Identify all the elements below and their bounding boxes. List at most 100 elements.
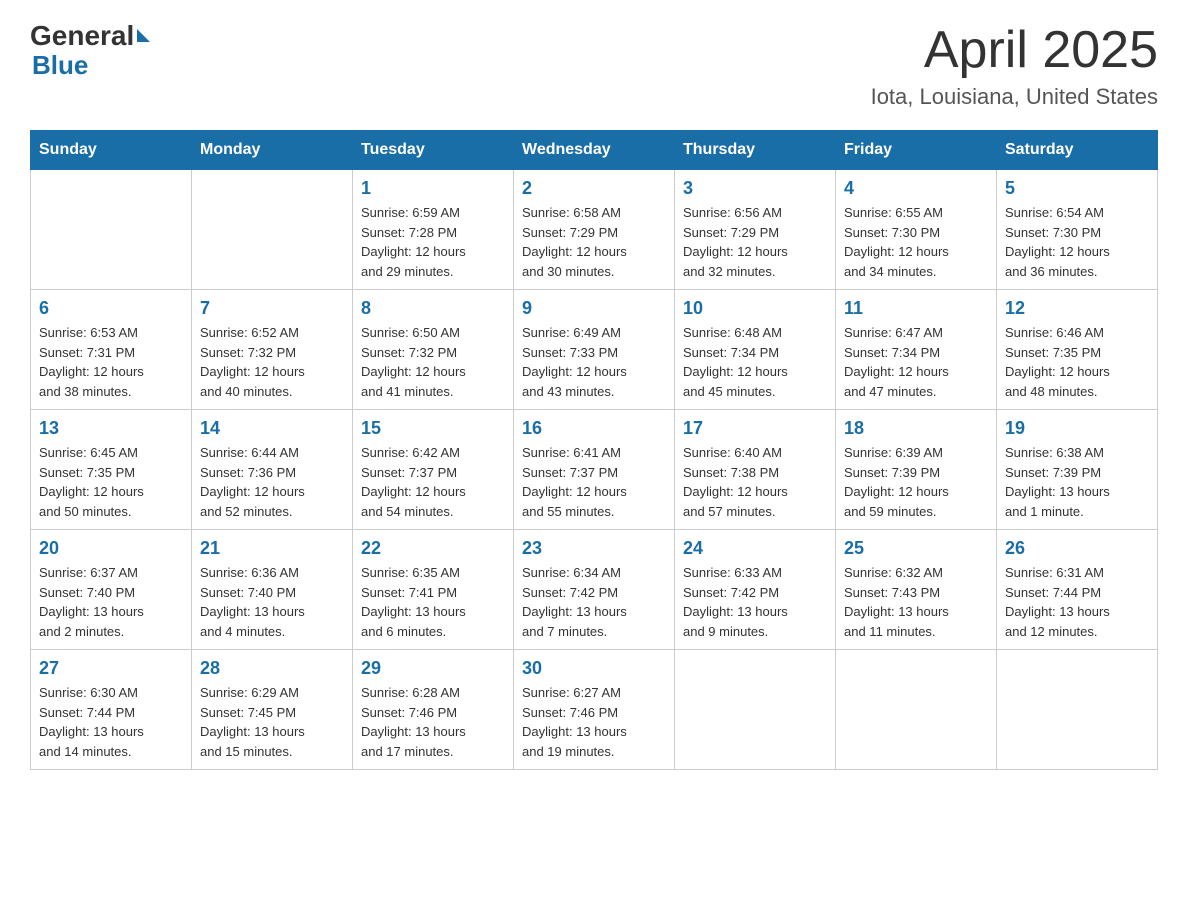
day-info: Sunrise: 6:55 AM Sunset: 7:30 PM Dayligh… (844, 203, 988, 281)
day-info: Sunrise: 6:59 AM Sunset: 7:28 PM Dayligh… (361, 203, 505, 281)
day-info: Sunrise: 6:48 AM Sunset: 7:34 PM Dayligh… (683, 323, 827, 401)
calendar-cell: 20 Sunrise: 6:37 AM Sunset: 7:40 PM Dayli… (31, 530, 192, 650)
day-info: Sunrise: 6:39 AM Sunset: 7:39 PM Dayligh… (844, 443, 988, 521)
day-info: Sunrise: 6:32 AM Sunset: 7:43 PM Dayligh… (844, 563, 988, 641)
day-of-week-header: Wednesday (514, 131, 675, 170)
day-number: 20 (39, 538, 183, 559)
calendar-cell: 19 Sunrise: 6:38 AM Sunset: 7:39 PM Dayli… (997, 410, 1158, 530)
calendar-cell: 2 Sunrise: 6:58 AM Sunset: 7:29 PM Daylig… (514, 170, 675, 290)
day-info: Sunrise: 6:42 AM Sunset: 7:37 PM Dayligh… (361, 443, 505, 521)
calendar-week-row: 13 Sunrise: 6:45 AM Sunset: 7:35 PM Dayli… (31, 410, 1158, 530)
day-number: 29 (361, 658, 505, 679)
day-number: 14 (200, 418, 344, 439)
day-number: 17 (683, 418, 827, 439)
day-info: Sunrise: 6:31 AM Sunset: 7:44 PM Dayligh… (1005, 563, 1149, 641)
logo: General Blue (30, 20, 150, 78)
day-number: 21 (200, 538, 344, 559)
day-info: Sunrise: 6:52 AM Sunset: 7:32 PM Dayligh… (200, 323, 344, 401)
day-number: 5 (1005, 178, 1149, 199)
day-info: Sunrise: 6:27 AM Sunset: 7:46 PM Dayligh… (522, 683, 666, 761)
calendar-cell: 28 Sunrise: 6:29 AM Sunset: 7:45 PM Dayli… (192, 650, 353, 770)
calendar-cell: 12 Sunrise: 6:46 AM Sunset: 7:35 PM Dayli… (997, 290, 1158, 410)
day-info: Sunrise: 6:38 AM Sunset: 7:39 PM Dayligh… (1005, 443, 1149, 521)
calendar-cell: 3 Sunrise: 6:56 AM Sunset: 7:29 PM Daylig… (675, 170, 836, 290)
day-number: 3 (683, 178, 827, 199)
day-number: 9 (522, 298, 666, 319)
day-number: 28 (200, 658, 344, 679)
day-info: Sunrise: 6:29 AM Sunset: 7:45 PM Dayligh… (200, 683, 344, 761)
day-info: Sunrise: 6:36 AM Sunset: 7:40 PM Dayligh… (200, 563, 344, 641)
day-number: 12 (1005, 298, 1149, 319)
calendar-cell (192, 170, 353, 290)
calendar-cell: 1 Sunrise: 6:59 AM Sunset: 7:28 PM Daylig… (353, 170, 514, 290)
day-info: Sunrise: 6:41 AM Sunset: 7:37 PM Dayligh… (522, 443, 666, 521)
day-info: Sunrise: 6:56 AM Sunset: 7:29 PM Dayligh… (683, 203, 827, 281)
logo-blue-text: Blue (32, 52, 150, 78)
month-title: April 2025 (871, 20, 1158, 80)
day-number: 10 (683, 298, 827, 319)
title-section: April 2025 Iota, Louisiana, United State… (871, 20, 1158, 110)
calendar-table: SundayMondayTuesdayWednesdayThursdayFrid… (30, 130, 1158, 770)
day-of-week-header: Sunday (31, 131, 192, 170)
page-header: General Blue April 2025 Iota, Louisiana,… (30, 20, 1158, 110)
day-number: 19 (1005, 418, 1149, 439)
day-of-week-header: Saturday (997, 131, 1158, 170)
logo-arrow-icon (137, 29, 150, 42)
day-number: 22 (361, 538, 505, 559)
calendar-cell: 27Sunrise: 6:30 AM Sunset: 7:44 PM Dayli… (31, 650, 192, 770)
calendar-cell: 4Sunrise: 6:55 AM Sunset: 7:30 PM Daylig… (836, 170, 997, 290)
day-info: Sunrise: 6:49 AM Sunset: 7:33 PM Dayligh… (522, 323, 666, 401)
day-number: 2 (522, 178, 666, 199)
calendar-cell: 18Sunrise: 6:39 AM Sunset: 7:39 PM Dayli… (836, 410, 997, 530)
day-number: 6 (39, 298, 183, 319)
day-info: Sunrise: 6:58 AM Sunset: 7:29 PM Dayligh… (522, 203, 666, 281)
calendar-cell: 29 Sunrise: 6:28 AM Sunset: 7:46 PM Dayli… (353, 650, 514, 770)
day-info: Sunrise: 6:50 AM Sunset: 7:32 PM Dayligh… (361, 323, 505, 401)
calendar-cell (997, 650, 1158, 770)
day-info: Sunrise: 6:40 AM Sunset: 7:38 PM Dayligh… (683, 443, 827, 521)
calendar-cell (836, 650, 997, 770)
day-number: 11 (844, 298, 988, 319)
calendar-cell: 23 Sunrise: 6:34 AM Sunset: 7:42 PM Dayli… (514, 530, 675, 650)
calendar-cell: 8Sunrise: 6:50 AM Sunset: 7:32 PM Daylig… (353, 290, 514, 410)
calendar-cell: 13 Sunrise: 6:45 AM Sunset: 7:35 PM Dayli… (31, 410, 192, 530)
day-info: Sunrise: 6:46 AM Sunset: 7:35 PM Dayligh… (1005, 323, 1149, 401)
calendar-header-row: SundayMondayTuesdayWednesdayThursdayFrid… (31, 131, 1158, 170)
day-number: 13 (39, 418, 183, 439)
calendar-cell: 11 Sunrise: 6:47 AM Sunset: 7:34 PM Dayli… (836, 290, 997, 410)
day-info: Sunrise: 6:53 AM Sunset: 7:31 PM Dayligh… (39, 323, 183, 401)
day-number: 26 (1005, 538, 1149, 559)
calendar-cell (675, 650, 836, 770)
day-info: Sunrise: 6:45 AM Sunset: 7:35 PM Dayligh… (39, 443, 183, 521)
calendar-week-row: 20 Sunrise: 6:37 AM Sunset: 7:40 PM Dayli… (31, 530, 1158, 650)
day-number: 23 (522, 538, 666, 559)
logo-general-text: General (30, 20, 134, 52)
calendar-week-row: 27Sunrise: 6:30 AM Sunset: 7:44 PM Dayli… (31, 650, 1158, 770)
day-of-week-header: Tuesday (353, 131, 514, 170)
location-title: Iota, Louisiana, United States (871, 84, 1158, 110)
day-info: Sunrise: 6:33 AM Sunset: 7:42 PM Dayligh… (683, 563, 827, 641)
day-number: 30 (522, 658, 666, 679)
day-info: Sunrise: 6:37 AM Sunset: 7:40 PM Dayligh… (39, 563, 183, 641)
calendar-cell: 25 Sunrise: 6:32 AM Sunset: 7:43 PM Dayli… (836, 530, 997, 650)
day-number: 7 (200, 298, 344, 319)
calendar-cell: 26 Sunrise: 6:31 AM Sunset: 7:44 PM Dayli… (997, 530, 1158, 650)
day-info: Sunrise: 6:44 AM Sunset: 7:36 PM Dayligh… (200, 443, 344, 521)
day-of-week-header: Thursday (675, 131, 836, 170)
day-number: 1 (361, 178, 505, 199)
calendar-cell: 10 Sunrise: 6:48 AM Sunset: 7:34 PM Dayli… (675, 290, 836, 410)
day-info: Sunrise: 6:47 AM Sunset: 7:34 PM Dayligh… (844, 323, 988, 401)
calendar-cell: 22Sunrise: 6:35 AM Sunset: 7:41 PM Dayli… (353, 530, 514, 650)
calendar-week-row: 1 Sunrise: 6:59 AM Sunset: 7:28 PM Daylig… (31, 170, 1158, 290)
calendar-cell: 14 Sunrise: 6:44 AM Sunset: 7:36 PM Dayli… (192, 410, 353, 530)
day-number: 27 (39, 658, 183, 679)
day-info: Sunrise: 6:54 AM Sunset: 7:30 PM Dayligh… (1005, 203, 1149, 281)
day-number: 25 (844, 538, 988, 559)
calendar-cell: 9 Sunrise: 6:49 AM Sunset: 7:33 PM Daylig… (514, 290, 675, 410)
calendar-cell: 15Sunrise: 6:42 AM Sunset: 7:37 PM Dayli… (353, 410, 514, 530)
calendar-cell: 30 Sunrise: 6:27 AM Sunset: 7:46 PM Dayli… (514, 650, 675, 770)
day-of-week-header: Friday (836, 131, 997, 170)
calendar-cell: 6 Sunrise: 6:53 AM Sunset: 7:31 PM Daylig… (31, 290, 192, 410)
day-info: Sunrise: 6:28 AM Sunset: 7:46 PM Dayligh… (361, 683, 505, 761)
day-info: Sunrise: 6:34 AM Sunset: 7:42 PM Dayligh… (522, 563, 666, 641)
